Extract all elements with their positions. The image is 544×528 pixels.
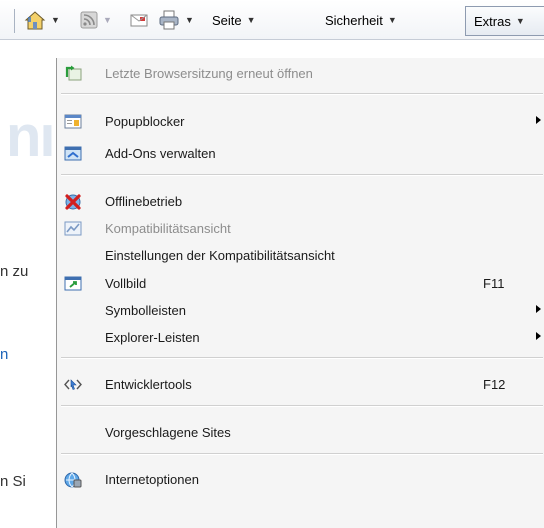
feeds-button[interactable]: ▼ (80, 0, 112, 40)
menu-item-full-screen[interactable]: Vollbild F11 (57, 271, 544, 297)
menu-item-suggested-sites[interactable]: Vorgeschlagene Sites (57, 420, 544, 446)
fullscreen-icon (64, 276, 82, 291)
tools-menu-button[interactable]: Extras ▼ (465, 6, 544, 36)
safety-menu-button[interactable]: Sicherheit ▼ (325, 0, 397, 40)
menu-separator (61, 405, 543, 407)
printer-icon (159, 10, 179, 30)
menu-item-label: Vollbild (105, 276, 147, 291)
menu-item-label: Symbolleisten (105, 303, 186, 318)
internet-options-icon (64, 472, 82, 488)
tools-dropdown-menu: Letzte Browsersitzung erneut öffnen Popu… (56, 58, 544, 528)
menu-item-work-offline[interactable]: Offlinebetrieb (57, 189, 544, 215)
menu-item-compatibility-view[interactable]: Kompatibilitätsansicht (57, 216, 544, 242)
submenu-arrow-icon (536, 116, 541, 124)
page-link-fragment[interactable]: n (0, 346, 8, 363)
submenu-arrow-icon (536, 305, 541, 313)
menu-item-label: Internetoptionen (105, 472, 199, 487)
print-button[interactable]: ▼ (158, 0, 194, 40)
tools-dropdown-icon: ▼ (515, 16, 525, 26)
page-menu-button[interactable]: Seite ▼ (212, 0, 256, 40)
page-heading-fragment: nı (6, 104, 56, 169)
menu-item-label: Offlinebetrieb (105, 194, 183, 209)
menu-separator (61, 174, 543, 176)
menu-item-label: Add-Ons verwalten (105, 146, 216, 161)
menu-item-label: Popupblocker (105, 114, 185, 129)
add-ons-icon (64, 146, 82, 161)
compatibility-view-icon (64, 221, 82, 236)
menu-item-reopen-session[interactable]: Letzte Browsersitzung erneut öffnen (57, 61, 544, 87)
menu-item-label: Letzte Browsersitzung erneut öffnen (105, 66, 313, 81)
mail-icon (130, 14, 148, 27)
submenu-arrow-icon (536, 332, 541, 340)
menu-item-compatibility-settings[interactable]: Einstellungen der Kompatibilitätsansicht (57, 243, 544, 269)
command-bar: ▼ ▼ ▼ Seite ▼ Sicherheit ▼ Extras ▼ (0, 0, 544, 40)
toolbar-separator (14, 9, 15, 33)
developer-tools-icon (64, 379, 82, 390)
feeds-dropdown-icon[interactable]: ▼ (103, 15, 112, 25)
menu-item-internet-options[interactable]: Internetoptionen (57, 467, 544, 493)
menu-item-label: Kompatibilitätsansicht (105, 221, 231, 236)
page-text-fragment: n zu (0, 263, 29, 280)
page-menu-label: Seite (212, 12, 242, 28)
menu-item-shortcut: F11 (483, 276, 505, 291)
menu-item-label: Einstellungen der Kompatibilitätsansicht (105, 248, 335, 263)
menu-item-developer-tools[interactable]: Entwicklertools F12 (57, 372, 544, 398)
popup-blocker-icon (64, 114, 82, 129)
tools-menu-label: Extras (474, 13, 511, 29)
offline-icon (65, 194, 81, 210)
menu-item-label: Entwicklertools (105, 377, 192, 392)
menu-item-popup-blocker[interactable]: Popupblocker (57, 109, 544, 135)
home-dropdown-icon[interactable]: ▼ (51, 15, 60, 25)
page-text-fragment: n Si (0, 473, 26, 490)
menu-item-toolbars[interactable]: Symbolleisten (57, 298, 544, 324)
menu-item-label: Explorer-Leisten (105, 330, 200, 345)
reopen-session-icon (65, 65, 82, 81)
menu-separator (61, 453, 543, 455)
web-page-content: nı n zu n n Si (0, 41, 60, 521)
safety-dropdown-icon: ▼ (387, 15, 397, 25)
menu-item-shortcut: F12 (483, 377, 506, 392)
page-dropdown-icon: ▼ (246, 15, 256, 25)
home-button[interactable]: ▼ (24, 0, 60, 40)
read-mail-button[interactable] (130, 0, 148, 40)
print-dropdown-icon[interactable]: ▼ (185, 15, 194, 25)
menu-item-label: Vorgeschlagene Sites (105, 425, 231, 440)
home-icon (24, 11, 46, 30)
menu-separator (61, 357, 543, 359)
rss-feed-icon (80, 11, 98, 29)
menu-separator (61, 93, 543, 95)
menu-item-manage-add-ons[interactable]: Add-Ons verwalten (57, 141, 544, 167)
menu-item-explorer-bars[interactable]: Explorer-Leisten (57, 325, 544, 351)
safety-menu-label: Sicherheit (325, 12, 383, 28)
